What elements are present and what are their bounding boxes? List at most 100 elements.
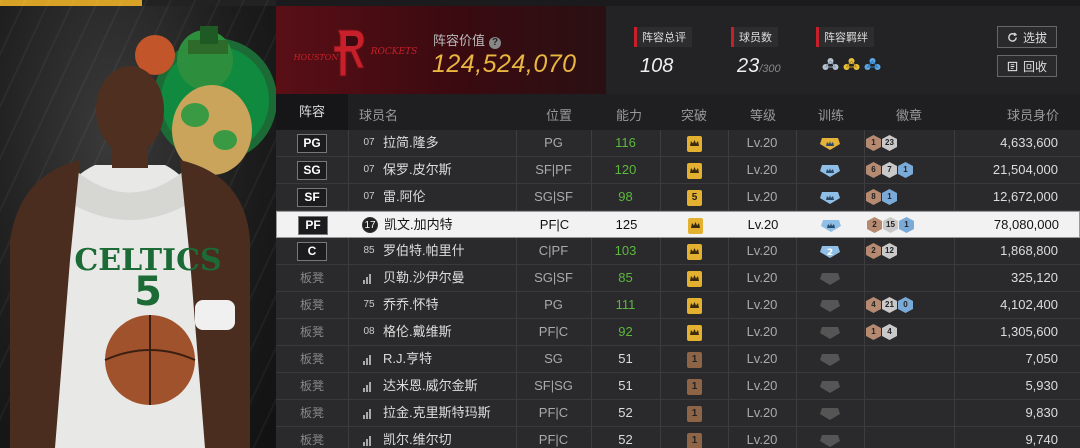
- slot-tag: SG: [297, 161, 327, 180]
- table-row[interactable]: PG 07 拉简.隆多 PG 116 Lv.20 1 23 4,633,600: [276, 130, 1080, 157]
- slot-tag: PF: [298, 216, 328, 235]
- player-position: C|PF: [538, 243, 569, 258]
- player-value: 9,830: [1025, 405, 1058, 420]
- training-icon[interactable]: [820, 138, 840, 150]
- badge-count: 21: [882, 297, 897, 313]
- breakthrough-icon: 1: [687, 433, 702, 448]
- slot-tag: SF: [297, 188, 327, 207]
- training-icon[interactable]: [821, 220, 841, 232]
- table-row[interactable]: 板凳 75 乔乔.怀特 PG 111 Lv.20 4 21 0 4,102,400: [276, 292, 1080, 319]
- player-ability: 51: [618, 378, 633, 393]
- table-row[interactable]: 板凳 贝勒.沙伊尔曼 SG|SF 85 Lv.20 325,120: [276, 265, 1080, 292]
- logo-text-houston: HOUSTON: [294, 53, 339, 62]
- player-level: Lv.20: [746, 324, 778, 339]
- col-position[interactable]: 位置: [546, 105, 572, 124]
- badge-list: 4 21 0: [866, 297, 913, 313]
- player-value: 5,930: [1025, 378, 1058, 393]
- stat-rating-value: 108: [640, 55, 674, 77]
- table-row[interactable]: 板凳 拉金.克里斯特玛斯 PF|C 52 1 Lv.20 9,830: [276, 400, 1080, 427]
- training-icon[interactable]: [820, 273, 840, 285]
- col-name[interactable]: 球员名: [359, 105, 398, 124]
- table-row[interactable]: PF 17 凯文.加内特 PF|C 125 Lv.20 2 15 1 78,080,000: [276, 211, 1080, 238]
- chemistry-silver-icon[interactable]: [822, 57, 839, 73]
- player-name[interactable]: 凯文.加内特: [384, 212, 453, 238]
- table-row[interactable]: 板凳 达米恩.威尔金斯 SF|SG 51 1 Lv.20 5,930: [276, 373, 1080, 400]
- training-icon[interactable]: [820, 327, 840, 339]
- training-icon[interactable]: [820, 435, 840, 447]
- player-name[interactable]: 凯尔.维尔切: [383, 427, 452, 448]
- table-row[interactable]: SG 07 保罗.皮尔斯 SF|PF 120 Lv.20 6 7 1 21,504,000: [276, 157, 1080, 184]
- col-training[interactable]: 训练: [818, 105, 844, 124]
- bench-label: 板凳: [300, 298, 325, 312]
- bench-label: 板凳: [300, 433, 325, 447]
- badge-count: 23: [882, 135, 897, 151]
- team-value-box: HOUSTON ROCKETS 阵容价值? 124,524,070: [276, 6, 606, 94]
- col-lineup[interactable]: 阵容: [276, 94, 348, 130]
- table-row[interactable]: 板凳 R.J.亨特 SG 51 1 Lv.20 7,050: [276, 346, 1080, 373]
- player-name[interactable]: 贝勒.沙伊尔曼: [383, 265, 465, 291]
- bench-label: 板凳: [300, 379, 325, 393]
- select-button[interactable]: 选拔: [997, 26, 1057, 48]
- player-position: SF|SG: [534, 378, 573, 393]
- svg-text:2: 2: [827, 248, 833, 258]
- player-portrait-image: CELTICS 5: [10, 26, 276, 448]
- player-ability: 98: [618, 189, 633, 204]
- lineup-screen: CELTICS 5 HOUSTON ROCKETS 阵容价值? 124,524,…: [0, 0, 1080, 448]
- player-position: PG: [544, 135, 563, 150]
- training-icon[interactable]: 2: [820, 246, 840, 258]
- recycle-button[interactable]: 回收: [997, 55, 1057, 77]
- lineup-header: HOUSTON ROCKETS 阵容价值? 124,524,070 阵容总评 1…: [276, 6, 1080, 94]
- badge-count: 4: [866, 297, 881, 313]
- chemistry-blue-icon[interactable]: [864, 57, 881, 73]
- col-level[interactable]: 等级: [750, 105, 776, 124]
- player-name[interactable]: 拉简.隆多: [383, 130, 439, 156]
- chemistry-gold-icon[interactable]: [843, 57, 860, 73]
- training-icon[interactable]: [820, 381, 840, 393]
- player-name[interactable]: 达米恩.威尔金斯: [383, 373, 478, 399]
- table-row[interactable]: 板凳 08 格伦.戴维斯 PF|C 92 Lv.20 1 4 1,305,600: [276, 319, 1080, 346]
- table-row[interactable]: 板凳 凯尔.维尔切 PF|C 52 1 Lv.20 9,740: [276, 427, 1080, 448]
- signal-bars-icon: [363, 434, 375, 446]
- player-ability: 103: [614, 243, 637, 258]
- col-badges[interactable]: 徽章: [896, 105, 922, 124]
- col-value[interactable]: 球员身价: [1007, 105, 1059, 124]
- table-row[interactable]: SF 07 雷.阿伦 SG|SF 98 5 Lv.20 8 1 12,672,000: [276, 184, 1080, 211]
- player-name[interactable]: 格伦.戴维斯: [383, 319, 452, 345]
- training-icon[interactable]: [820, 165, 840, 177]
- badge-count: 2: [867, 217, 882, 233]
- training-icon[interactable]: [820, 354, 840, 366]
- col-ability[interactable]: 能力: [616, 105, 642, 124]
- badge-list: 14: [866, 324, 897, 340]
- training-icon[interactable]: [820, 300, 840, 312]
- badge-count: 6: [866, 162, 881, 178]
- breakthrough-icon: 1: [687, 352, 702, 368]
- player-card-number: 85: [363, 245, 375, 256]
- chemistry-icons: [816, 57, 881, 73]
- player-level: Lv.20: [747, 217, 779, 232]
- player-name[interactable]: 罗伯特.帕里什: [383, 238, 465, 264]
- stat-rating-label: 阵容总评: [634, 27, 692, 47]
- col-breakthrough[interactable]: 突破: [681, 105, 707, 124]
- player-name[interactable]: 保罗.皮尔斯: [383, 157, 452, 183]
- player-name[interactable]: 乔乔.怀特: [383, 292, 439, 318]
- player-ability: 125: [615, 217, 638, 232]
- refresh-icon: [1008, 32, 1018, 42]
- player-name[interactable]: 雷.阿伦: [383, 184, 426, 210]
- training-icon[interactable]: [820, 192, 840, 204]
- badge-list: 671: [866, 162, 913, 178]
- training-icon[interactable]: [820, 408, 840, 420]
- player-name[interactable]: 拉金.克里斯特玛斯: [383, 400, 491, 426]
- help-icon[interactable]: ?: [489, 37, 502, 49]
- stat-rating: 阵容总评 108: [634, 27, 692, 78]
- badge-list: 81: [866, 189, 897, 205]
- player-name[interactable]: R.J.亨特: [383, 346, 432, 372]
- table-row[interactable]: C 85 罗伯特.帕里什 C|PF 103 Lv.20 2 2 12 1,868,800: [276, 238, 1080, 265]
- badge-count: 0: [898, 297, 913, 313]
- badge-count: 15: [883, 217, 898, 233]
- stat-players-label: 球员数: [731, 27, 778, 47]
- player-position: SG: [544, 351, 563, 366]
- player-level: Lv.20: [746, 297, 778, 312]
- player-card-number: 75: [363, 299, 375, 310]
- player-value: 1,305,600: [1000, 324, 1058, 339]
- player-value: 78,080,000: [993, 217, 1059, 232]
